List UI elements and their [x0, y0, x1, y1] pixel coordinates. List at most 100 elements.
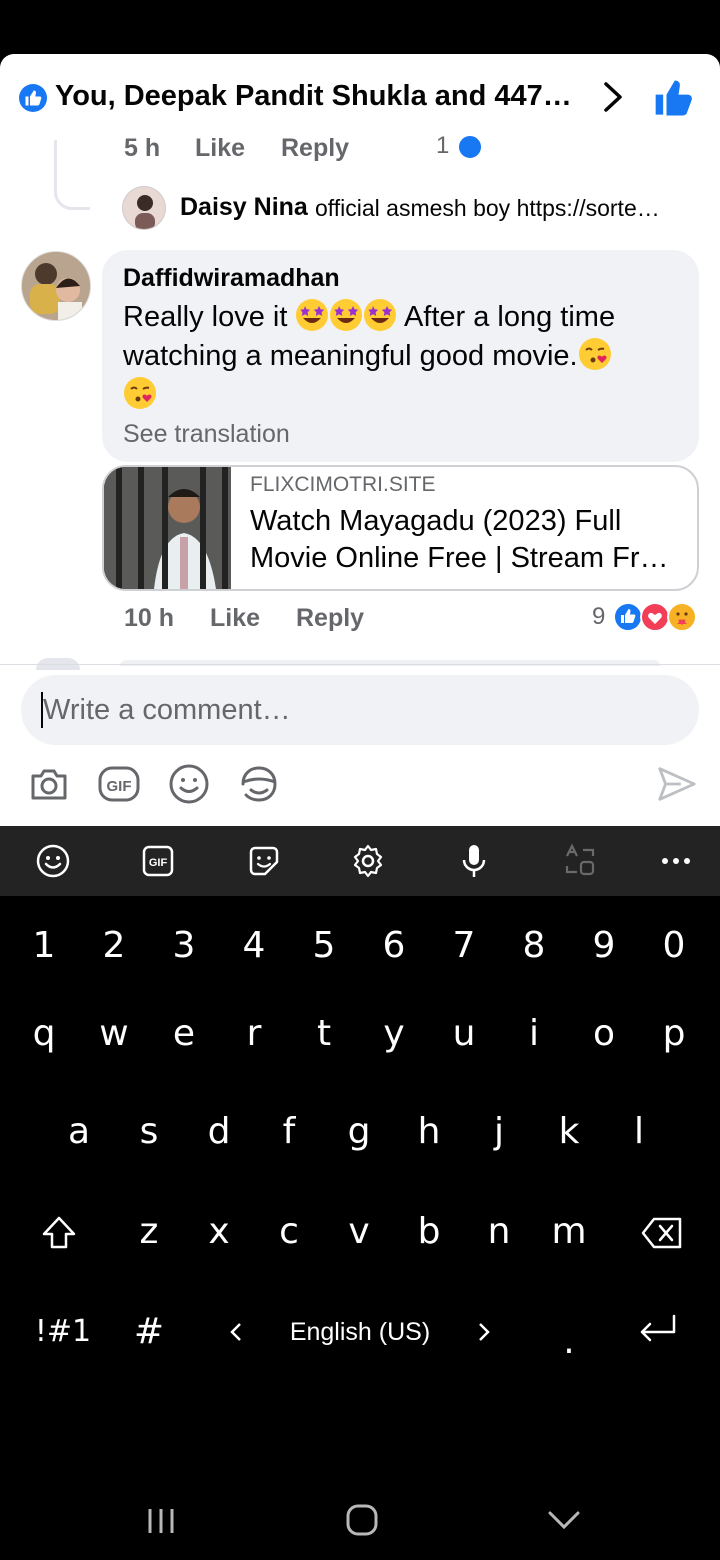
like-button[interactable]	[654, 78, 694, 118]
key-j[interactable]: j	[464, 1092, 534, 1172]
like-reaction-icon	[613, 602, 643, 632]
key-o[interactable]: o	[569, 994, 639, 1074]
reply-comment-button[interactable]: Reply	[281, 134, 349, 163]
comment-author[interactable]: Daffidwiramadhan	[123, 264, 340, 293]
key-k[interactable]: k	[534, 1092, 604, 1172]
key-0[interactable]: 0	[639, 906, 709, 986]
keyboard: 1234567890 qwertyuiop asdfghjkl zxcvbnm …	[0, 896, 720, 1560]
key-l[interactable]: l	[604, 1092, 674, 1172]
key-y[interactable]: y	[359, 994, 429, 1074]
star-struck-emoji-icon	[296, 299, 329, 331]
love-reaction-icon	[640, 602, 670, 632]
more-options-icon[interactable]	[657, 842, 695, 880]
home-icon[interactable]	[344, 1502, 380, 1538]
gif-icon[interactable]: GIF	[139, 842, 177, 880]
emoji-icon[interactable]	[34, 842, 72, 880]
link-preview-card[interactable]: FLIXCIMOTRI.SITE Watch Mayagadu (2023) F…	[102, 465, 699, 591]
chevron-right-icon[interactable]	[598, 80, 628, 114]
key-b[interactable]: b	[394, 1192, 464, 1272]
camera-icon[interactable]	[27, 762, 71, 806]
status-bar	[0, 0, 720, 54]
key-7[interactable]: 7	[429, 906, 499, 986]
key-8[interactable]: 8	[499, 906, 569, 986]
key-m[interactable]: m	[534, 1192, 604, 1272]
settings-gear-icon[interactable]	[349, 842, 387, 880]
key-d[interactable]: d	[184, 1092, 254, 1172]
key-2[interactable]: 2	[79, 906, 149, 986]
avatar	[122, 186, 166, 230]
chevron-right-icon[interactable]	[474, 1320, 494, 1344]
key-r[interactable]: r	[219, 994, 289, 1074]
key-e[interactable]: e	[149, 994, 219, 1074]
symbols-key[interactable]: !#1	[28, 1292, 98, 1372]
thread-connector	[54, 140, 90, 210]
reaction-count[interactable]: 9	[592, 603, 605, 631]
sticker-icon[interactable]	[245, 842, 283, 880]
key-v[interactable]: v	[324, 1192, 394, 1272]
avatar-sticker-icon[interactable]	[237, 762, 281, 806]
comment-text-part1: Really love it	[123, 301, 288, 333]
chevron-left-icon[interactable]	[226, 1320, 246, 1344]
star-struck-emoji-icon	[364, 299, 397, 331]
key-1[interactable]: 1	[9, 906, 79, 986]
space-bar[interactable]: English (US)	[260, 1292, 460, 1372]
reactors-summary[interactable]: You, Deepak Pandit Shukla and 447…	[55, 80, 580, 113]
key-w[interactable]: w	[79, 994, 149, 1074]
shift-icon[interactable]	[40, 1214, 78, 1252]
gif-button[interactable]: GIF	[97, 762, 141, 806]
comment-time: 10 h	[124, 604, 175, 632]
comment-input-placeholder: Write a comment…	[43, 694, 291, 726]
recent-apps-icon[interactable]	[144, 1506, 178, 1536]
microphone-icon[interactable]	[455, 842, 493, 880]
key-u[interactable]: u	[429, 994, 499, 1074]
key-x[interactable]: x	[184, 1192, 254, 1272]
comment-input[interactable]: Write a comment…	[21, 675, 699, 745]
reply-comment-button[interactable]: Reply	[296, 604, 364, 633]
like-comment-button[interactable]: Like	[210, 604, 260, 633]
gif-icon: GIF	[98, 766, 140, 802]
like-comment-button[interactable]: Like	[195, 134, 245, 163]
key-9[interactable]: 9	[569, 906, 639, 986]
send-icon[interactable]	[656, 762, 698, 806]
comments-sheet: You, Deepak Pandit Shukla and 447… 5 h L…	[0, 54, 720, 826]
key-s[interactable]: s	[114, 1092, 184, 1172]
reactions-header[interactable]: You, Deepak Pandit Shukla and 447…	[0, 54, 720, 140]
reply-author[interactable]: Daisy Nina	[180, 193, 308, 222]
key-q[interactable]: q	[9, 994, 79, 1074]
comment-bubble[interactable]: Daffidwiramadhan Really love it After a …	[102, 250, 699, 462]
key-n[interactable]: n	[464, 1192, 534, 1272]
text-caret	[41, 692, 43, 728]
avatar[interactable]	[21, 251, 91, 321]
translate-icon[interactable]	[561, 842, 599, 880]
divider	[0, 664, 720, 665]
emoji-icon[interactable]	[167, 762, 211, 806]
enter-icon[interactable]	[636, 1312, 680, 1350]
reaction-count: 1	[436, 132, 450, 159]
period-key[interactable]: .	[534, 1302, 604, 1382]
key-h[interactable]: h	[394, 1092, 464, 1172]
link-domain: FLIXCIMOTRI.SITE	[250, 473, 436, 496]
back-chevron-down-icon[interactable]	[546, 1508, 582, 1532]
key-5[interactable]: 5	[289, 906, 359, 986]
key-c[interactable]: c	[254, 1192, 324, 1272]
key-z[interactable]: z	[114, 1192, 184, 1272]
key-3[interactable]: 3	[149, 906, 219, 986]
link-title[interactable]: Watch Mayagadu (2023) Full Movie Online …	[250, 503, 685, 577]
backspace-icon[interactable]	[640, 1214, 684, 1252]
reply-preview[interactable]: Daisy Nina official asmesh boy https://s…	[122, 186, 702, 230]
see-translation-link[interactable]: See translation	[123, 420, 290, 449]
kissing-face-emoji-icon	[124, 377, 156, 409]
key-g[interactable]: g	[324, 1092, 394, 1172]
key-i[interactable]: i	[499, 994, 569, 1074]
like-reaction-icon	[457, 134, 483, 160]
star-struck-emoji-icon	[330, 299, 363, 331]
reply-text: official asmesh boy https://sorte…	[315, 195, 660, 221]
key-t[interactable]: t	[289, 994, 359, 1074]
key-4[interactable]: 4	[219, 906, 289, 986]
key-p[interactable]: p	[639, 994, 709, 1074]
key-a[interactable]: a	[44, 1092, 114, 1172]
key-6[interactable]: 6	[359, 906, 429, 986]
key-f[interactable]: f	[254, 1092, 324, 1172]
kissing-face-emoji-icon	[578, 338, 611, 370]
hash-key[interactable]: #	[114, 1292, 184, 1372]
